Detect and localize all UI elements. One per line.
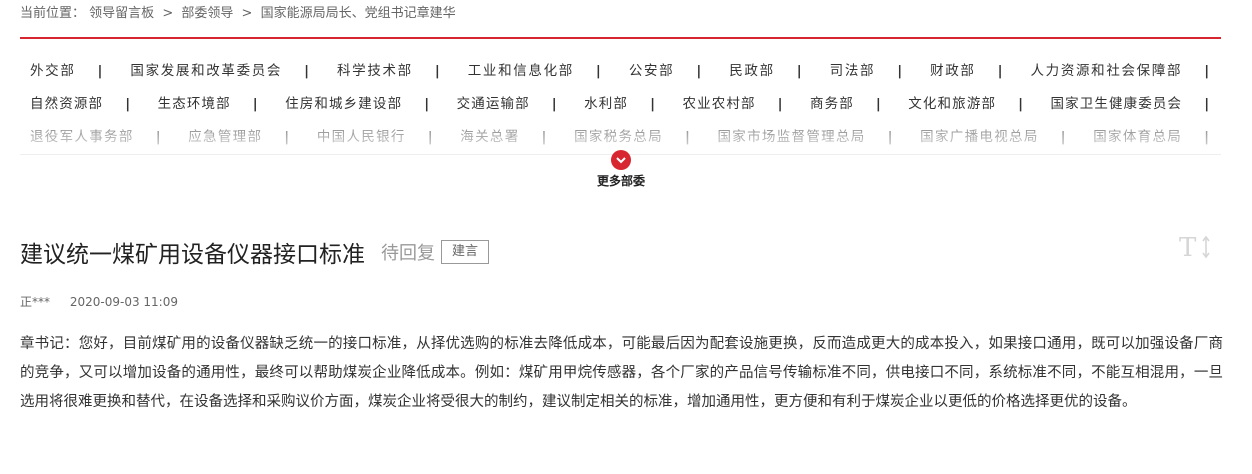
department-link[interactable]: 国家体育总局: [1083, 129, 1192, 145]
author-name: 正***: [20, 295, 51, 309]
breadcrumb-item-ministry-leaders[interactable]: 部委领导: [181, 6, 233, 21]
department-link[interactable]: 国家税务总局: [564, 129, 673, 145]
department-separator: |: [696, 63, 702, 79]
department-separator: |: [541, 129, 547, 145]
department-link[interactable]: 国家广播电视总局: [910, 129, 1049, 145]
department-link[interactable]: 财政部: [920, 63, 986, 79]
department-list: 外交部 | 国家发展和改革委员会 | 科学技术部 | 工业和信息化部 | 公安部 | 民政…: [20, 55, 1221, 155]
more-departments-label: 更多部委: [596, 174, 645, 188]
department-separator: |: [304, 63, 310, 79]
department-separator: |: [424, 96, 430, 112]
department-link[interactable]: 水利部: [574, 96, 638, 112]
department-separator: |: [875, 96, 881, 112]
department-link[interactable]: 商务部: [800, 96, 864, 112]
reply-status: 待回复: [381, 243, 435, 264]
department-separator: |: [887, 129, 893, 145]
message-title: 建议统一煤矿用设备仪器接口标准: [20, 242, 365, 268]
department-link[interactable]: 生态环境部: [148, 96, 241, 112]
department-link[interactable]: 民政部: [719, 63, 785, 79]
department-flow: 外交部 | 国家发展和改革委员会 | 科学技术部 | 工业和信息化部 | 公安部 | 民政…: [20, 55, 1221, 155]
department-link[interactable]: 应急管理部: [178, 129, 272, 145]
department-link[interactable]: 退役军人事务部: [20, 129, 144, 145]
department-separator: |: [434, 63, 440, 79]
department-link[interactable]: 司法部: [820, 63, 886, 79]
breadcrumb-separator: >: [241, 6, 253, 21]
department-separator: |: [284, 129, 290, 145]
department-separator: |: [125, 96, 131, 112]
more-departments-button[interactable]: 更多部委: [596, 150, 646, 189]
breadcrumb-item-current: 国家能源局局长、党组书记章建华: [260, 6, 456, 21]
department-separator: |: [777, 96, 783, 112]
department-separator: |: [1204, 96, 1210, 112]
department-separator: |: [155, 129, 161, 145]
department-link[interactable]: 外交部: [20, 63, 86, 79]
font-size-icon-letter: T: [1179, 233, 1197, 262]
department-link[interactable]: 农业农村部: [672, 96, 765, 112]
department-link[interactable]: 工业和信息化部: [458, 63, 584, 79]
department-link[interactable]: 科学技术部: [327, 63, 423, 79]
department-separator: |: [551, 96, 557, 112]
breadcrumb-item-board[interactable]: 领导留言板: [89, 6, 154, 21]
message-content: 章书记：您好，目前煤矿用的设备仪器缺乏统一的接口标准，从择优选购的标准去降低成本…: [20, 336, 1223, 410]
department-separator: |: [97, 63, 103, 79]
font-size-toggle-button[interactable]: T: [1178, 232, 1214, 263]
department-separator: |: [1204, 129, 1210, 145]
department-separator: |: [650, 96, 655, 112]
department-separator: |: [427, 129, 433, 145]
department-link[interactable]: 国家发展和改革委员会: [120, 63, 292, 79]
font-size-icon: T: [1179, 233, 1210, 263]
department-separator: |: [1060, 129, 1066, 145]
chevron-down-icon: [611, 150, 631, 170]
message-header: 建议统一煤矿用设备仪器接口标准 待回复 建言: [20, 235, 490, 269]
department-link[interactable]: 公安部: [619, 63, 685, 79]
breadcrumb-prefix: 当前位置：: [20, 6, 86, 21]
department-separator: |: [684, 129, 690, 145]
post-time: 2020-09-03 11:09: [69, 295, 178, 309]
department-separator: |: [252, 96, 258, 112]
department-link[interactable]: 国家卫生健康委员会: [1040, 96, 1192, 112]
department-separator: |: [897, 63, 903, 79]
department-link[interactable]: 住房和城乡建设部: [275, 96, 412, 112]
department-link[interactable]: 自然资源部: [20, 96, 113, 112]
header-divider: [20, 37, 1221, 39]
department-link[interactable]: 国家市场监督管理总局: [707, 129, 875, 145]
breadcrumb: 当前位置： 领导留言板 > 部委领导 > 国家能源局局长、党组书记章建华: [20, 5, 456, 23]
breadcrumb-separator: >: [162, 6, 174, 21]
department-separator: |: [595, 63, 601, 79]
department-link[interactable]: 交通运输部: [447, 96, 540, 112]
message-type-tag: 建言: [441, 240, 490, 264]
department-separator: |: [997, 63, 1003, 79]
department-link[interactable]: 文化和旅游部: [898, 96, 1006, 112]
department-link[interactable]: 中国人民银行: [307, 129, 416, 145]
department-separator: |: [796, 63, 802, 79]
message-meta: 正*** 2020-09-03 11:09: [20, 293, 178, 310]
department-separator: |: [1018, 96, 1024, 112]
department-separator: |: [1204, 63, 1210, 79]
department-link[interactable]: 海关总署: [450, 129, 529, 145]
department-link[interactable]: 人力资源和社会保障部: [1021, 63, 1193, 79]
